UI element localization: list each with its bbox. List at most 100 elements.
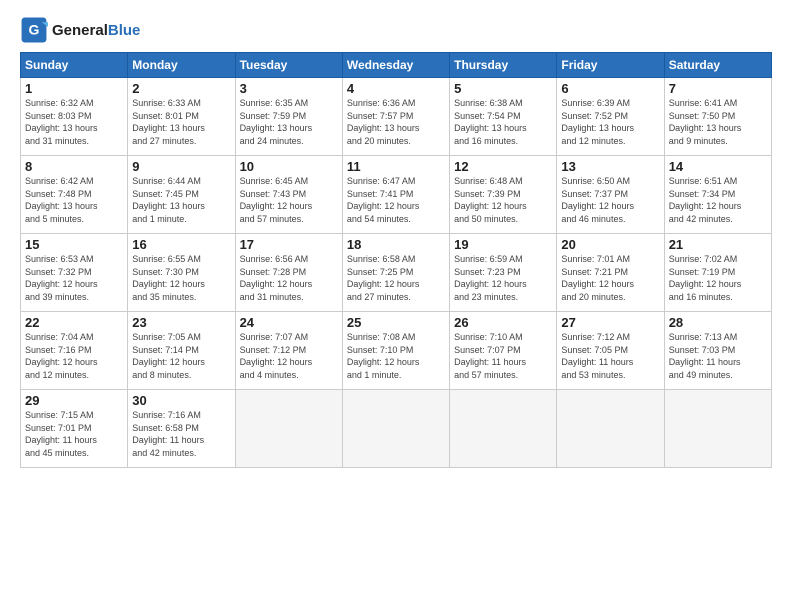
calendar-cell: 23Sunrise: 7:05 AM Sunset: 7:14 PM Dayli…: [128, 312, 235, 390]
weekday-header-monday: Monday: [128, 53, 235, 78]
day-info: Sunrise: 6:59 AM Sunset: 7:23 PM Dayligh…: [454, 253, 552, 303]
day-info: Sunrise: 6:50 AM Sunset: 7:37 PM Dayligh…: [561, 175, 659, 225]
day-number: 28: [669, 315, 767, 330]
calendar-cell: 19Sunrise: 6:59 AM Sunset: 7:23 PM Dayli…: [450, 234, 557, 312]
day-number: 4: [347, 81, 445, 96]
day-number: 3: [240, 81, 338, 96]
day-number: 21: [669, 237, 767, 252]
calendar-cell: 8Sunrise: 6:42 AM Sunset: 7:48 PM Daylig…: [21, 156, 128, 234]
calendar-cell: 2Sunrise: 6:33 AM Sunset: 8:01 PM Daylig…: [128, 78, 235, 156]
day-info: Sunrise: 6:36 AM Sunset: 7:57 PM Dayligh…: [347, 97, 445, 147]
day-info: Sunrise: 6:56 AM Sunset: 7:28 PM Dayligh…: [240, 253, 338, 303]
day-number: 6: [561, 81, 659, 96]
weekday-header-saturday: Saturday: [664, 53, 771, 78]
day-info: Sunrise: 7:13 AM Sunset: 7:03 PM Dayligh…: [669, 331, 767, 381]
calendar-cell: 25Sunrise: 7:08 AM Sunset: 7:10 PM Dayli…: [342, 312, 449, 390]
day-number: 29: [25, 393, 123, 408]
day-info: Sunrise: 6:42 AM Sunset: 7:48 PM Dayligh…: [25, 175, 123, 225]
day-info: Sunrise: 6:35 AM Sunset: 7:59 PM Dayligh…: [240, 97, 338, 147]
day-number: 9: [132, 159, 230, 174]
day-info: Sunrise: 6:48 AM Sunset: 7:39 PM Dayligh…: [454, 175, 552, 225]
day-number: 5: [454, 81, 552, 96]
calendar-cell: [664, 390, 771, 468]
day-number: 2: [132, 81, 230, 96]
calendar-cell: 14Sunrise: 6:51 AM Sunset: 7:34 PM Dayli…: [664, 156, 771, 234]
header: G GeneralBlue: [20, 16, 772, 44]
day-number: 13: [561, 159, 659, 174]
calendar-cell: [342, 390, 449, 468]
day-info: Sunrise: 7:07 AM Sunset: 7:12 PM Dayligh…: [240, 331, 338, 381]
week-row-5: 29Sunrise: 7:15 AM Sunset: 7:01 PM Dayli…: [21, 390, 772, 468]
day-info: Sunrise: 6:32 AM Sunset: 8:03 PM Dayligh…: [25, 97, 123, 147]
svg-text:G: G: [29, 22, 40, 38]
week-row-1: 1Sunrise: 6:32 AM Sunset: 8:03 PM Daylig…: [21, 78, 772, 156]
calendar-cell: 16Sunrise: 6:55 AM Sunset: 7:30 PM Dayli…: [128, 234, 235, 312]
calendar-cell: 4Sunrise: 6:36 AM Sunset: 7:57 PM Daylig…: [342, 78, 449, 156]
weekday-header-thursday: Thursday: [450, 53, 557, 78]
calendar-cell: [557, 390, 664, 468]
day-info: Sunrise: 6:33 AM Sunset: 8:01 PM Dayligh…: [132, 97, 230, 147]
day-number: 30: [132, 393, 230, 408]
calendar-cell: 10Sunrise: 6:45 AM Sunset: 7:43 PM Dayli…: [235, 156, 342, 234]
day-number: 18: [347, 237, 445, 252]
logo-text: GeneralBlue: [52, 22, 140, 39]
day-number: 15: [25, 237, 123, 252]
calendar-cell: 18Sunrise: 6:58 AM Sunset: 7:25 PM Dayli…: [342, 234, 449, 312]
day-number: 8: [25, 159, 123, 174]
calendar-page: G GeneralBlue SundayMondayTuesdayWednesd…: [0, 0, 792, 612]
calendar-cell: 12Sunrise: 6:48 AM Sunset: 7:39 PM Dayli…: [450, 156, 557, 234]
day-info: Sunrise: 7:01 AM Sunset: 7:21 PM Dayligh…: [561, 253, 659, 303]
day-info: Sunrise: 6:51 AM Sunset: 7:34 PM Dayligh…: [669, 175, 767, 225]
day-number: 25: [347, 315, 445, 330]
day-number: 11: [347, 159, 445, 174]
day-number: 20: [561, 237, 659, 252]
week-row-4: 22Sunrise: 7:04 AM Sunset: 7:16 PM Dayli…: [21, 312, 772, 390]
day-info: Sunrise: 7:16 AM Sunset: 6:58 PM Dayligh…: [132, 409, 230, 459]
weekday-header-wednesday: Wednesday: [342, 53, 449, 78]
calendar-cell: 3Sunrise: 6:35 AM Sunset: 7:59 PM Daylig…: [235, 78, 342, 156]
calendar-cell: 6Sunrise: 6:39 AM Sunset: 7:52 PM Daylig…: [557, 78, 664, 156]
day-number: 26: [454, 315, 552, 330]
calendar-cell: [450, 390, 557, 468]
day-number: 23: [132, 315, 230, 330]
day-info: Sunrise: 7:10 AM Sunset: 7:07 PM Dayligh…: [454, 331, 552, 381]
day-info: Sunrise: 7:04 AM Sunset: 7:16 PM Dayligh…: [25, 331, 123, 381]
day-number: 10: [240, 159, 338, 174]
day-number: 27: [561, 315, 659, 330]
logo: G GeneralBlue: [20, 16, 140, 44]
calendar-cell: 15Sunrise: 6:53 AM Sunset: 7:32 PM Dayli…: [21, 234, 128, 312]
day-info: Sunrise: 6:58 AM Sunset: 7:25 PM Dayligh…: [347, 253, 445, 303]
day-info: Sunrise: 7:08 AM Sunset: 7:10 PM Dayligh…: [347, 331, 445, 381]
day-info: Sunrise: 6:38 AM Sunset: 7:54 PM Dayligh…: [454, 97, 552, 147]
day-info: Sunrise: 6:44 AM Sunset: 7:45 PM Dayligh…: [132, 175, 230, 225]
logo-icon: G: [20, 16, 48, 44]
weekday-header-tuesday: Tuesday: [235, 53, 342, 78]
calendar-cell: 22Sunrise: 7:04 AM Sunset: 7:16 PM Dayli…: [21, 312, 128, 390]
day-info: Sunrise: 7:05 AM Sunset: 7:14 PM Dayligh…: [132, 331, 230, 381]
calendar-cell: 27Sunrise: 7:12 AM Sunset: 7:05 PM Dayli…: [557, 312, 664, 390]
day-info: Sunrise: 6:55 AM Sunset: 7:30 PM Dayligh…: [132, 253, 230, 303]
day-number: 7: [669, 81, 767, 96]
day-number: 22: [25, 315, 123, 330]
calendar-cell: 9Sunrise: 6:44 AM Sunset: 7:45 PM Daylig…: [128, 156, 235, 234]
calendar-cell: 21Sunrise: 7:02 AM Sunset: 7:19 PM Dayli…: [664, 234, 771, 312]
day-number: 17: [240, 237, 338, 252]
day-number: 14: [669, 159, 767, 174]
week-row-2: 8Sunrise: 6:42 AM Sunset: 7:48 PM Daylig…: [21, 156, 772, 234]
day-info: Sunrise: 7:02 AM Sunset: 7:19 PM Dayligh…: [669, 253, 767, 303]
day-number: 1: [25, 81, 123, 96]
calendar-table: SundayMondayTuesdayWednesdayThursdayFrid…: [20, 52, 772, 468]
calendar-cell: 29Sunrise: 7:15 AM Sunset: 7:01 PM Dayli…: [21, 390, 128, 468]
weekday-header-friday: Friday: [557, 53, 664, 78]
day-number: 19: [454, 237, 552, 252]
calendar-cell: [235, 390, 342, 468]
calendar-cell: 28Sunrise: 7:13 AM Sunset: 7:03 PM Dayli…: [664, 312, 771, 390]
week-row-3: 15Sunrise: 6:53 AM Sunset: 7:32 PM Dayli…: [21, 234, 772, 312]
calendar-cell: 24Sunrise: 7:07 AM Sunset: 7:12 PM Dayli…: [235, 312, 342, 390]
calendar-cell: 20Sunrise: 7:01 AM Sunset: 7:21 PM Dayli…: [557, 234, 664, 312]
calendar-cell: 30Sunrise: 7:16 AM Sunset: 6:58 PM Dayli…: [128, 390, 235, 468]
day-info: Sunrise: 6:45 AM Sunset: 7:43 PM Dayligh…: [240, 175, 338, 225]
day-info: Sunrise: 7:15 AM Sunset: 7:01 PM Dayligh…: [25, 409, 123, 459]
day-number: 24: [240, 315, 338, 330]
calendar-cell: 13Sunrise: 6:50 AM Sunset: 7:37 PM Dayli…: [557, 156, 664, 234]
